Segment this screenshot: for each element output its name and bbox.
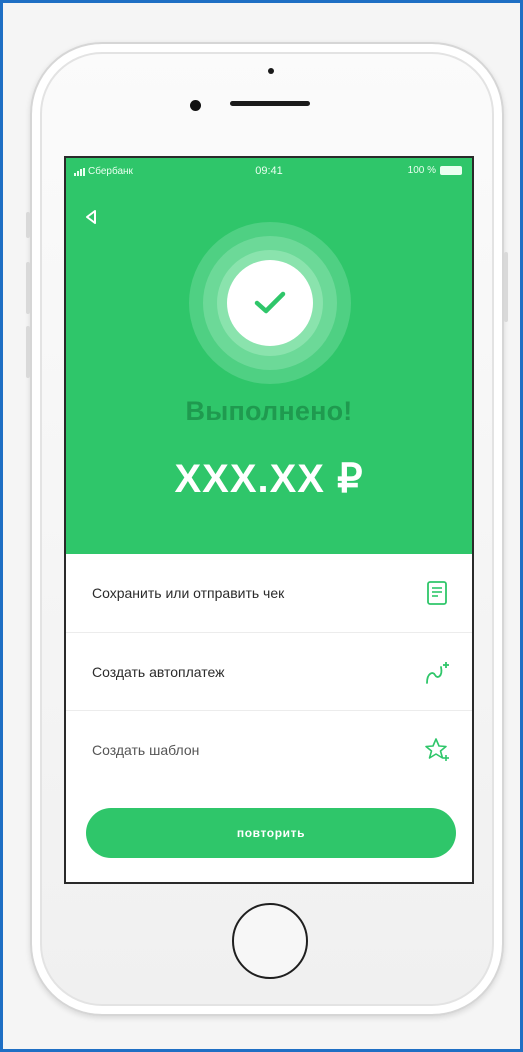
success-title: Выполнено! [185, 396, 353, 426]
battery-group: 100 % [408, 165, 462, 176]
status-bar: Сбербанк 09:41 100 % [66, 158, 472, 186]
success-header: Сбербанк 09:41 100 % Выполнено! XXX.XX ₽ [66, 158, 472, 554]
create-template-label: Создать шаблон [92, 741, 200, 758]
create-autopay-item[interactable]: Создать автоплатеж [66, 632, 472, 710]
receipt-icon [422, 578, 452, 608]
back-arrow-icon [86, 210, 96, 224]
save-receipt-label: Сохранить или отправить чек [92, 585, 285, 601]
check-circle [227, 260, 313, 346]
back-button[interactable] [80, 206, 102, 228]
repeat-button[interactable]: повторить [86, 808, 456, 858]
success-badge [189, 222, 351, 384]
side-button [26, 212, 30, 238]
phone-screen: Сбербанк 09:41 100 % Выполнено! XXX.XX ₽… [64, 156, 474, 884]
home-button[interactable] [232, 903, 308, 979]
proximity-sensor [268, 68, 274, 74]
earpiece-speaker [230, 101, 310, 106]
payment-amount: XXX.XX ₽ [174, 457, 364, 501]
create-autopay-label: Создать автоплатеж [92, 663, 225, 680]
side-button [26, 326, 30, 378]
save-receipt-item[interactable]: Сохранить или отправить чек [66, 554, 472, 632]
battery-percent: 100 % [407, 165, 436, 176]
create-template-item[interactable]: Создать шаблон [66, 710, 472, 788]
battery-icon [440, 166, 462, 175]
front-camera [190, 100, 201, 111]
autopay-icon [422, 657, 452, 687]
side-button [26, 262, 30, 314]
side-button [504, 252, 508, 322]
checkmark-icon [254, 291, 286, 314]
star-add-icon [422, 735, 452, 765]
actions-list: Сохранить или отправить чек Создать авто… [66, 554, 472, 788]
